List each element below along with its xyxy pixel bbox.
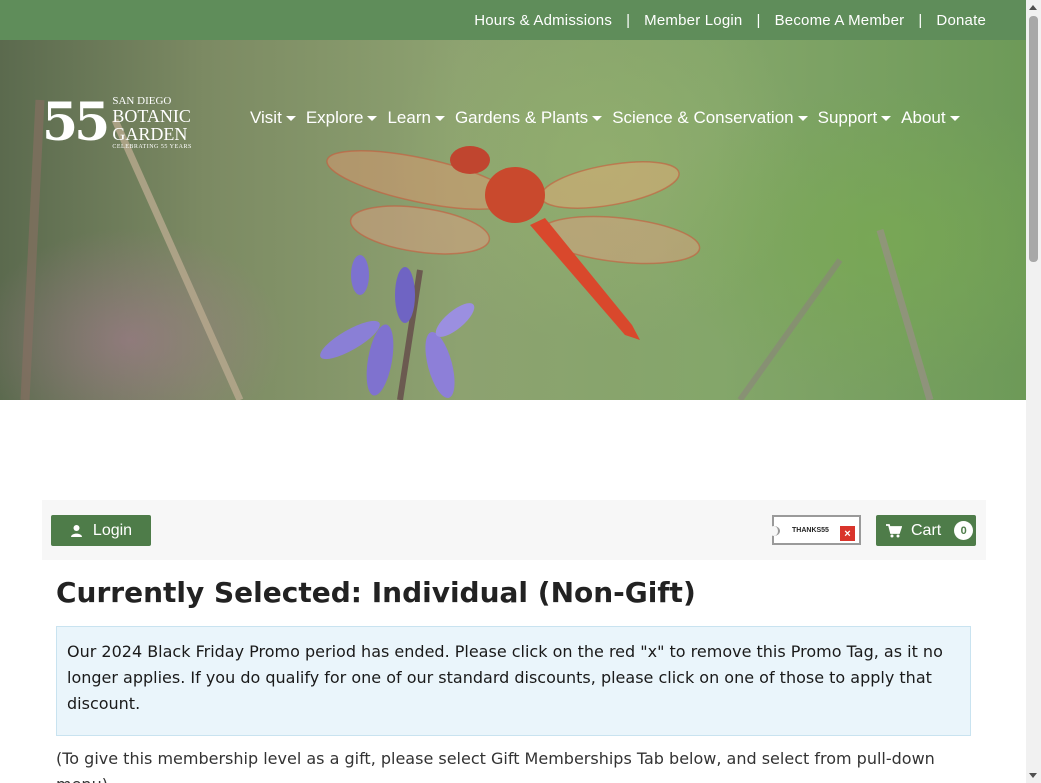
nav-label: About (901, 108, 946, 127)
utility-nav: Hours & Admissions | Member Login | Beco… (0, 0, 1026, 40)
promo-tag: THANKS55 × (768, 515, 861, 545)
nav-explore[interactable]: Explore (306, 108, 378, 128)
gift-note: (To give this membership level as a gift… (56, 749, 935, 783)
hours-admissions-link[interactable]: Hours & Admissions (474, 12, 612, 29)
donate-link[interactable]: Donate (936, 12, 986, 29)
caret-down-icon (949, 115, 960, 121)
main-nav: Visit Explore Learn Gardens & Plants Sci… (250, 108, 970, 128)
logo-wordmark: SAN DIEGO BOTANIC GARDEN CELEBRATING 55 … (112, 96, 192, 151)
nav-visit[interactable]: Visit (250, 108, 296, 128)
cart-button[interactable]: Cart 0 (876, 515, 976, 546)
nav-separator: | (626, 11, 631, 29)
login-button[interactable]: Login (51, 515, 151, 546)
nav-separator: | (918, 11, 923, 29)
caret-down-icon (367, 115, 378, 121)
page-title: Currently Selected: Individual (Non-Gift… (56, 576, 696, 609)
nav-separator: | (756, 11, 761, 29)
cart-icon (886, 523, 902, 537)
scroll-up-icon[interactable] (1029, 5, 1037, 10)
hero-image: 55 SAN DIEGO BOTANIC GARDEN CELEBRATING … (0, 40, 1026, 400)
caret-down-icon (285, 115, 296, 121)
nav-support[interactable]: Support (818, 108, 892, 128)
promo-remove-button[interactable]: × (840, 526, 855, 541)
nav-label: Gardens & Plants (454, 108, 589, 127)
nav-gardens-plants[interactable]: Gardens & Plants (454, 108, 603, 128)
dragonfly-photo (20, 99, 934, 400)
promo-alert: Our 2024 Black Friday Promo period has e… (56, 626, 971, 736)
scroll-down-icon[interactable] (1029, 773, 1037, 778)
nav-label: Explore (305, 108, 364, 127)
nav-label: Science & Conservation (612, 108, 794, 127)
nav-learn[interactable]: Learn (387, 108, 445, 128)
promo-code: THANKS55 (792, 526, 829, 534)
logo-number: 55 (42, 92, 110, 153)
title-prefix: Currently Selected: (56, 576, 372, 609)
logo-line: BOTANIC (112, 106, 191, 126)
user-icon (70, 525, 82, 537)
logo-tagline: CELEBRATING 55 YEARS (112, 144, 192, 150)
nav-label: Learn (387, 108, 431, 127)
logo-line: GARDEN (112, 124, 188, 144)
caret-down-icon (881, 115, 892, 121)
caret-down-icon (797, 115, 808, 121)
site-logo[interactable]: 55 SAN DIEGO BOTANIC GARDEN CELEBRATING … (42, 95, 212, 151)
cart-count-badge: 0 (954, 521, 974, 540)
nav-label: Support (817, 108, 878, 127)
nav-label: Visit (250, 108, 282, 127)
store-toolbar: Login THANKS55 × Cart 0 (42, 500, 986, 560)
alert-text: Our 2024 Black Friday Promo period has e… (67, 642, 943, 713)
scroll-thumb[interactable] (1029, 16, 1038, 262)
caret-down-icon (592, 115, 603, 121)
login-label: Login (92, 521, 133, 539)
scrollbar[interactable] (1026, 0, 1041, 783)
nav-about[interactable]: About (901, 108, 960, 128)
member-login-link[interactable]: Member Login (644, 12, 742, 29)
caret-down-icon (434, 115, 445, 121)
membership-level: Individual (Non-Gift) (371, 576, 696, 609)
become-member-link[interactable]: Become A Member (775, 12, 905, 29)
nav-science-conservation[interactable]: Science & Conservation (612, 108, 808, 128)
cart-label: Cart (911, 521, 942, 539)
